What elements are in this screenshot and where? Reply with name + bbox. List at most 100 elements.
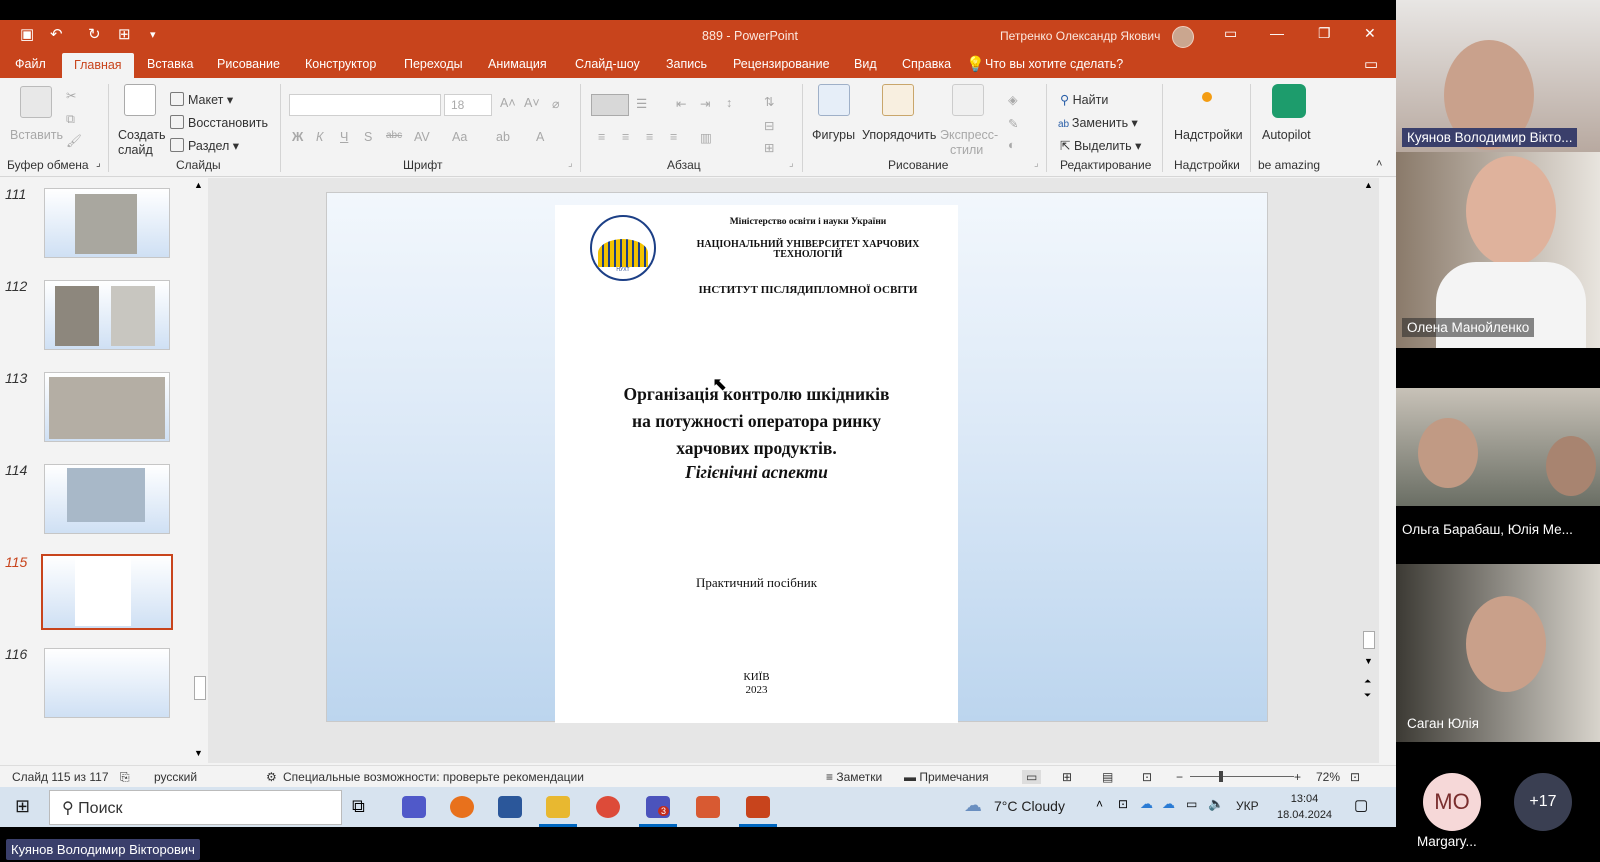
tab-view[interactable]: Вид: [854, 57, 877, 71]
undo-icon[interactable]: ↶: [50, 27, 63, 43]
find-button[interactable]: ⚲ Найти: [1060, 92, 1108, 107]
tab-file[interactable]: Файл: [15, 57, 46, 71]
quick-styles-button[interactable]: Экспресс-: [940, 128, 998, 142]
slideshow-view-icon[interactable]: ⊡: [1142, 770, 1152, 784]
paste-icon[interactable]: [20, 86, 52, 118]
tab-home[interactable]: Главная: [62, 53, 134, 78]
minimize-icon[interactable]: —: [1270, 25, 1284, 41]
quick-styles-label[interactable]: стили: [950, 143, 983, 157]
firefox-icon[interactable]: [450, 796, 474, 818]
highlight-icon[interactable]: ab: [496, 130, 510, 144]
save-icon[interactable]: ▣: [20, 27, 34, 43]
tab-slideshow[interactable]: Слайд-шоу: [575, 57, 640, 71]
tray-chevron-icon[interactable]: ˄: [1096, 797, 1103, 811]
columns-icon[interactable]: ▥: [700, 130, 712, 145]
tab-transitions[interactable]: Переходы: [404, 57, 463, 71]
new-slide-button[interactable]: Создать: [118, 128, 166, 142]
format-painter-icon[interactable]: 🖌: [66, 134, 82, 149]
paste-button[interactable]: Вставить: [10, 128, 63, 142]
char-spacing-icon[interactable]: AV: [414, 130, 430, 144]
arrange-button[interactable]: Упорядочить: [862, 128, 936, 142]
smartart-icon[interactable]: ⊞: [764, 140, 774, 155]
zoom-level[interactable]: 72%: [1316, 770, 1340, 784]
decrease-indent-icon[interactable]: ⇤: [676, 96, 686, 111]
zoom-in-icon[interactable]: +: [1294, 770, 1301, 784]
addins-icon[interactable]: [1202, 92, 1212, 102]
shapes-button[interactable]: Фигуры: [812, 128, 855, 142]
replace-button[interactable]: ab Заменить ▾: [1058, 115, 1138, 130]
scroll-down-icon[interactable]: ▼: [194, 748, 203, 758]
user-avatar[interactable]: [1172, 26, 1194, 48]
next-slide-icon[interactable]: ⏷: [1364, 690, 1371, 701]
text-direction-icon[interactable]: ⇅: [764, 94, 774, 109]
present-icon[interactable]: ⊞: [118, 27, 131, 43]
align-right-icon[interactable]: ≡: [646, 130, 653, 144]
spellcheck-icon[interactable]: ⎘: [120, 770, 130, 785]
input-language[interactable]: УКР: [1236, 799, 1259, 813]
clock[interactable]: 13:04 18.04.2024: [1277, 791, 1332, 823]
clear-format-icon[interactable]: ⌀: [552, 96, 560, 111]
ribbon-display-icon[interactable]: ▭: [1224, 25, 1237, 42]
scroll-up-icon[interactable]: ▲: [1364, 180, 1373, 190]
app-icon[interactable]: [696, 796, 720, 818]
current-slide[interactable]: НУХТ Міністерство освіти і науки України…: [326, 192, 1268, 723]
slide-thumbnail-111[interactable]: [44, 188, 170, 258]
scroll-thumb[interactable]: [194, 676, 206, 700]
bullets-icon[interactable]: [591, 94, 629, 116]
numbering-icon[interactable]: ☰: [636, 96, 647, 111]
shadow-icon[interactable]: S: [364, 130, 372, 144]
scroll-up-icon[interactable]: ▲: [194, 180, 203, 190]
fit-slide-icon[interactable]: ⊡: [1350, 770, 1360, 784]
thumbnails-scrollbar[interactable]: ▲ ▼: [192, 178, 206, 763]
bold-icon[interactable]: Ж: [292, 130, 303, 144]
comments-icon[interactable]: ▭: [1364, 55, 1378, 73]
notes-button[interactable]: ≡ Заметки: [826, 770, 882, 784]
select-button[interactable]: ⇱ Выделить ▾: [1060, 138, 1141, 153]
close-icon[interactable]: ✕: [1364, 25, 1376, 42]
weather-widget[interactable]: 7°C Cloudy: [994, 798, 1065, 814]
onedrive-icon[interactable]: ☁: [1140, 796, 1153, 812]
editor-scrollbar[interactable]: ▲ ▼ ⏶ ⏷: [1361, 178, 1377, 763]
addins-button[interactable]: Надстройки: [1174, 128, 1243, 142]
onedrive-business-icon[interactable]: ☁: [1162, 796, 1175, 812]
task-view-icon[interactable]: ⧉: [352, 796, 365, 817]
more-participants-button[interactable]: +17: [1514, 773, 1572, 831]
participant-video-4[interactable]: Саган Юлія: [1396, 564, 1600, 742]
reset-button[interactable]: Восстановить: [170, 115, 268, 130]
align-left-icon[interactable]: ≡: [598, 130, 605, 144]
new-slide-icon[interactable]: [124, 84, 156, 116]
font-size-input[interactable]: 18: [444, 94, 492, 116]
autopilot-icon[interactable]: [1272, 84, 1306, 118]
participant-video-1[interactable]: Куянов Володимир Вікто...: [1396, 0, 1600, 152]
powerpoint-icon[interactable]: [746, 796, 770, 818]
section-button[interactable]: Раздел ▾: [170, 138, 239, 153]
arrange-icon[interactable]: [882, 84, 914, 116]
autopilot-button[interactable]: Autopilot: [1262, 128, 1311, 142]
restore-icon[interactable]: ❐: [1318, 25, 1331, 42]
cut-icon[interactable]: ✂: [66, 88, 76, 103]
align-text-icon[interactable]: ⊟: [764, 118, 774, 133]
normal-view-icon[interactable]: ▭: [1022, 770, 1042, 784]
slide-thumbnail-114[interactable]: [44, 464, 170, 534]
zoom-slider[interactable]: [1190, 776, 1294, 777]
reading-view-icon[interactable]: ▤: [1102, 770, 1113, 784]
tell-me-search[interactable]: Что вы хотите сделать?: [985, 57, 1123, 71]
font-name-input[interactable]: [289, 94, 441, 116]
document-page-image[interactable]: НУХТ Міністерство освіти і науки України…: [555, 205, 958, 723]
increase-indent-icon[interactable]: ⇥: [700, 96, 710, 111]
collapse-ribbon-icon[interactable]: ˄: [1376, 158, 1382, 170]
drawing-launcher-icon[interactable]: ⌟: [1034, 158, 1039, 169]
user-name[interactable]: Петренко Олександр Якович: [1000, 29, 1160, 43]
slide-thumbnail-112[interactable]: [44, 280, 170, 350]
quick-styles-icon[interactable]: [952, 84, 984, 116]
taskbar-search[interactable]: ⚲ Поиск: [49, 790, 342, 825]
redo-icon[interactable]: ↻: [88, 27, 101, 43]
accessibility-status[interactable]: Специальные возможности: проверьте реком…: [283, 770, 584, 784]
tray-app-icon[interactable]: ⊡: [1118, 797, 1128, 811]
scroll-thumb[interactable]: [1363, 631, 1375, 649]
new-slide-label[interactable]: слайд: [118, 143, 153, 157]
strikethrough-icon[interactable]: abc: [386, 130, 402, 141]
align-center-icon[interactable]: ≡: [622, 130, 629, 144]
shapes-icon[interactable]: [818, 84, 850, 116]
volume-icon[interactable]: 🔈: [1208, 796, 1224, 812]
